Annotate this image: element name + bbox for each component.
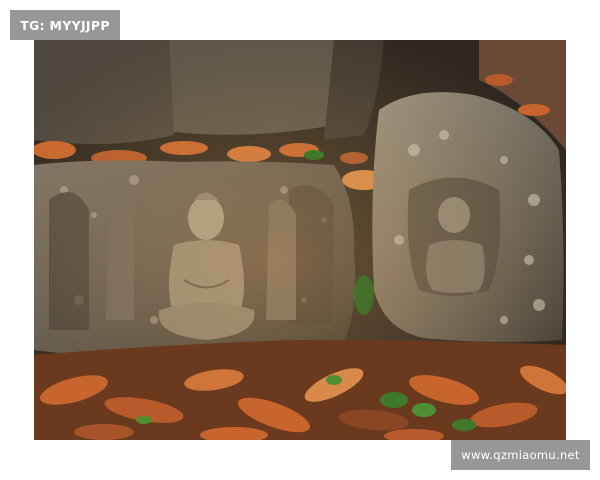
photo [34, 40, 566, 440]
photo-canvas [34, 40, 566, 440]
watermark-top-left: TG: MYYJJPP [10, 10, 120, 40]
watermark-bottom-right: www.qzmiaomu.net [451, 440, 590, 470]
